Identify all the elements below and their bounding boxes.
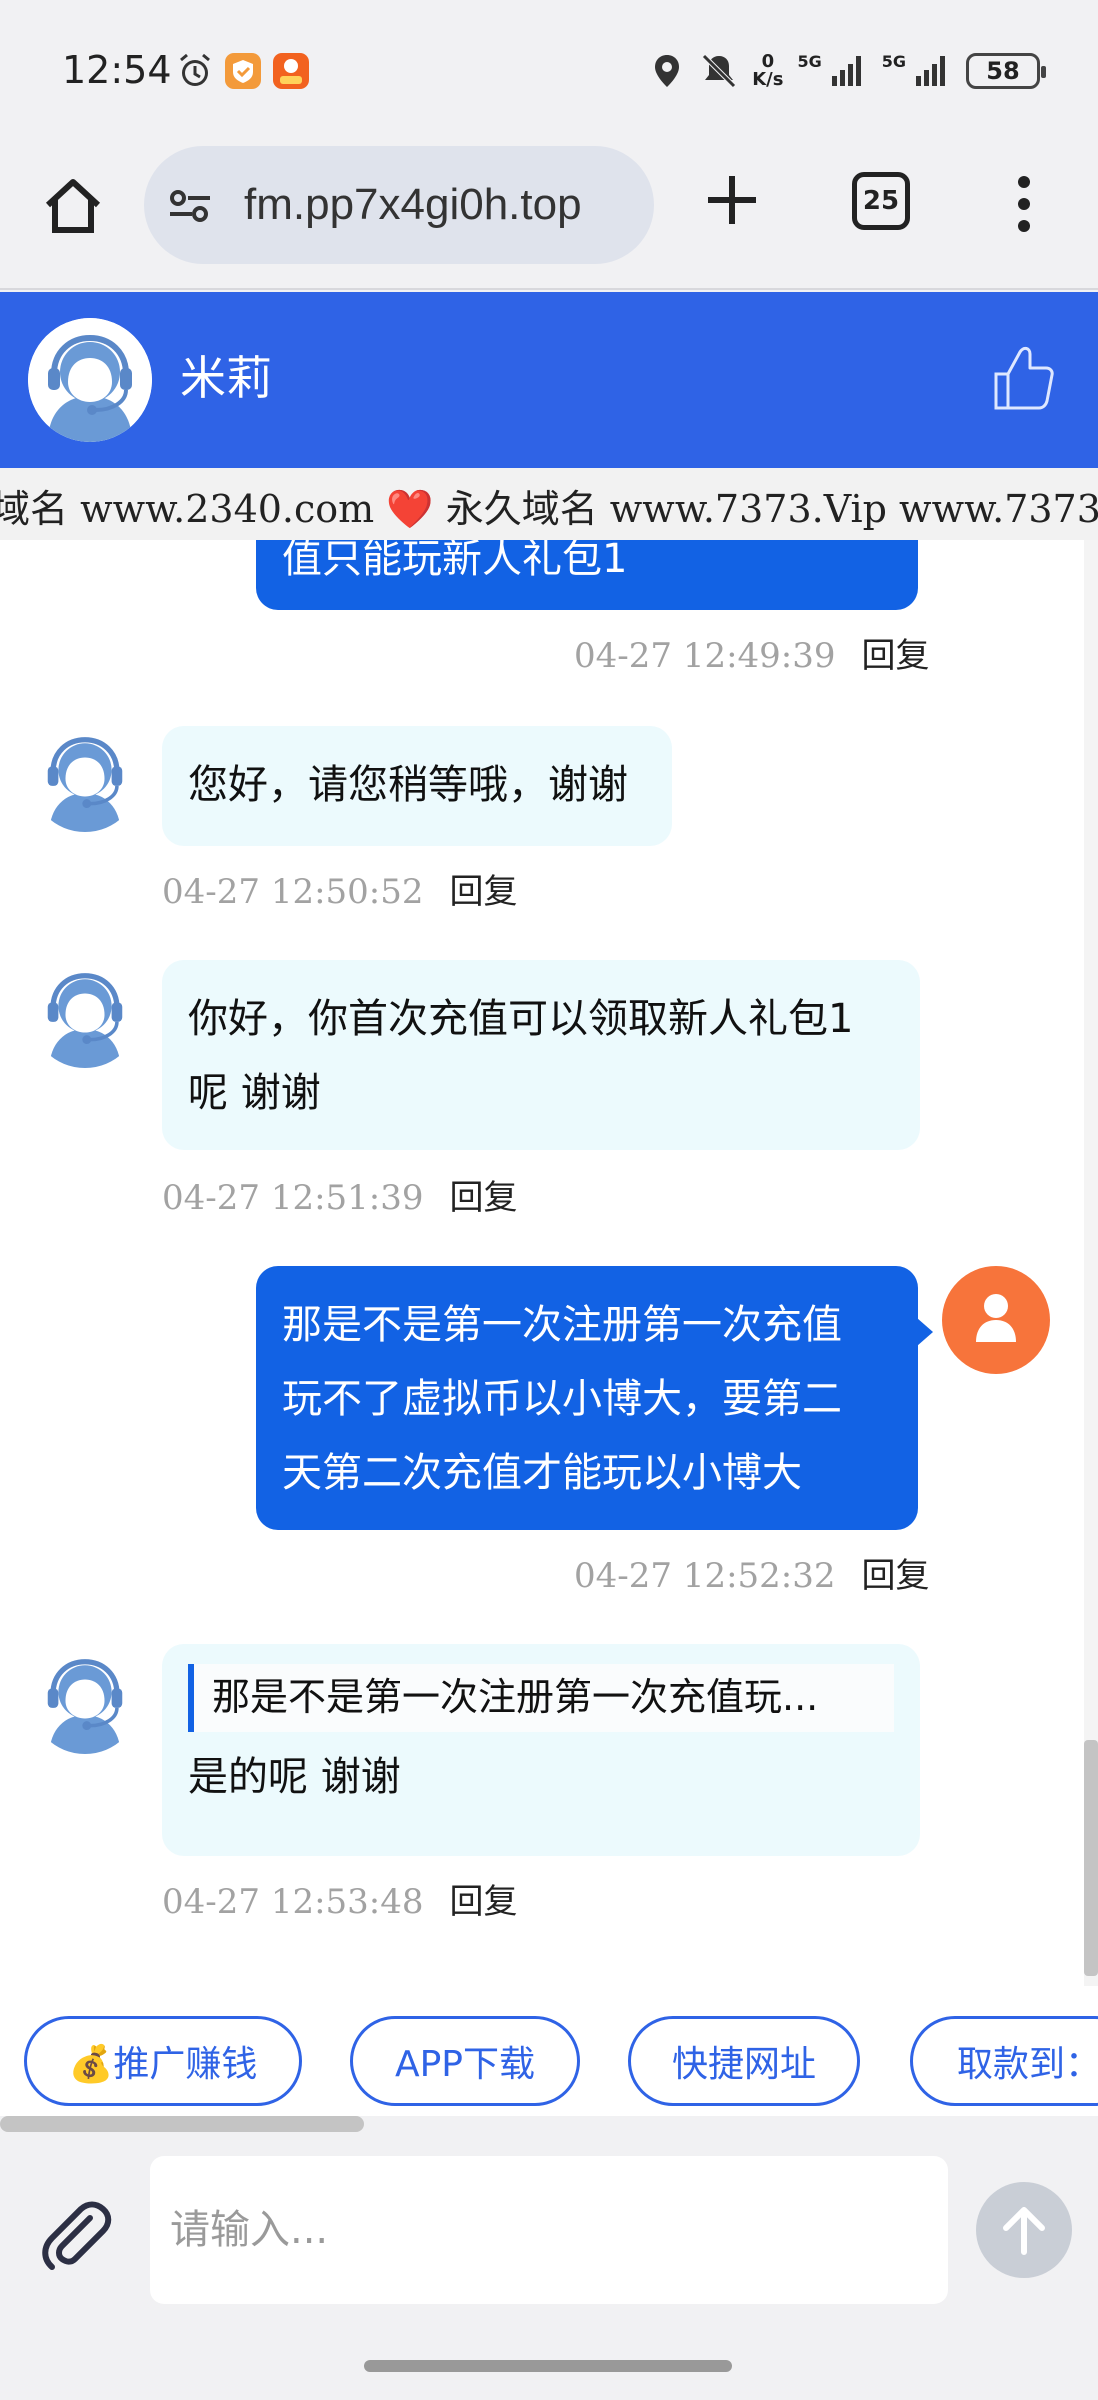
home-indicator[interactable] <box>364 2360 732 2372</box>
status-time: 12:54 <box>62 48 172 92</box>
tabs-icon[interactable]: 25 <box>852 172 910 230</box>
message-line: 天第二次充值才能玩以小博大 <box>282 1450 802 1496</box>
address-bar[interactable]: fm.pp7x4gi0h.top <box>144 146 654 264</box>
mute-icon <box>702 54 736 88</box>
message-line: 那是不是第一次注册第一次充值 <box>282 1302 842 1348</box>
message-line: 你好，你首次充值可以领取新人礼包1 <box>188 996 854 1042</box>
incoming-message: 你好，你首次充值可以领取新人礼包1 呢 谢谢 <box>162 960 920 1150</box>
chip-quick-url[interactable]: 快捷网址 <box>628 2016 860 2106</box>
message-text: 您好，请您稍等哦，谢谢 <box>188 762 628 808</box>
quick-links-scrollbar[interactable] <box>0 2116 364 2132</box>
chat-header: 米莉 <box>0 292 1098 468</box>
shield-app-icon <box>225 53 261 89</box>
net-speed: 0 K/s <box>752 51 784 90</box>
agent-avatar-icon <box>28 318 152 442</box>
paperclip-icon[interactable] <box>36 2196 114 2274</box>
like-icon[interactable] <box>992 344 1056 412</box>
signal-icon <box>831 56 861 86</box>
status-bar: 12:54 0 K/s 5G 5G 58 <box>0 0 1098 140</box>
reply-button[interactable]: 回复 <box>450 1178 518 1218</box>
outgoing-message: 值只能玩新人礼包1 <box>256 540 918 610</box>
tab-count: 25 <box>862 186 900 216</box>
signal-icon <box>916 56 945 86</box>
signal-2-label: 5G <box>881 52 906 71</box>
quoted-message[interactable]: 那是不是第一次注册第一次充值玩... <box>188 1664 894 1732</box>
reply-button[interactable]: 回复 <box>862 1556 930 1596</box>
incoming-message: 您好，请您稍等哦，谢谢 <box>162 726 672 846</box>
outgoing-message: 那是不是第一次注册第一次充值 玩不了虚拟币以小博大，要第二 天第二次充值才能玩以… <box>256 1266 918 1530</box>
message-meta: 04-27 12:52:32 回复 <box>574 1548 930 1597</box>
message-input[interactable] <box>150 2156 948 2304</box>
location-icon <box>655 55 680 87</box>
reply-button[interactable]: 回复 <box>450 1882 518 1922</box>
battery-level: 58 <box>986 57 1020 85</box>
status-right-icons: 0 K/s 5G 5G 58 <box>648 51 1046 90</box>
send-button[interactable] <box>976 2182 1072 2278</box>
incoming-message: 那是不是第一次注册第一次充值玩... 是的呢 谢谢 <box>162 1644 920 1856</box>
announcement-marquee: 域名 www.2340.com ❤️ 永久域名 www.7373.Vip www… <box>0 468 1098 540</box>
message-time: 04-27 12:53:48 <box>162 1882 424 1922</box>
message-meta: 04-27 12:50:52 回复 <box>162 864 518 913</box>
status-left-icons <box>176 52 310 90</box>
reply-button[interactable]: 回复 <box>450 872 518 912</box>
message-text: 是的呢 谢谢 <box>188 1754 401 1800</box>
chip-promote-earn[interactable]: 💰推广赚钱 <box>24 2016 302 2106</box>
heart-emoji: ❤️ <box>386 487 434 531</box>
bubble-tail <box>917 1318 933 1346</box>
agent-avatar-icon <box>30 722 140 832</box>
marquee-text: 域名 www.2340.com ❤️ 永久域名 www.7373.Vip www… <box>0 487 1098 531</box>
message-meta: 04-27 12:49:39 回复 <box>574 628 930 677</box>
quick-links-bar[interactable]: 💰推广赚钱 APP下载 快捷网址 取款到： <box>0 1986 1098 2116</box>
home-icon[interactable] <box>40 173 106 239</box>
message-meta: 04-27 12:53:48 回复 <box>162 1874 518 1923</box>
send-arrow-icon <box>1003 2207 1045 2255</box>
agent-avatar-icon <box>30 1644 140 1754</box>
browser-toolbar: fm.pp7x4gi0h.top 25 <box>0 140 1098 290</box>
message-composer <box>0 2116 1098 2336</box>
message-text: 值只能玩新人礼包1 <box>282 540 628 582</box>
chat-scrollbar-thumb[interactable] <box>1084 1740 1098 1976</box>
message-time: 04-27 12:49:39 <box>574 636 836 676</box>
signal-1-label: 5G <box>797 52 822 71</box>
reply-button[interactable]: 回复 <box>862 636 930 676</box>
site-settings-icon[interactable] <box>166 182 214 230</box>
app-notification-icon <box>273 53 309 89</box>
chip-withdraw[interactable]: 取款到： <box>910 2016 1098 2106</box>
message-time: 04-27 12:52:32 <box>574 1556 836 1596</box>
message-time: 04-27 12:51:39 <box>162 1178 424 1218</box>
user-avatar-icon <box>942 1266 1050 1374</box>
new-tab-icon[interactable] <box>700 168 764 232</box>
message-time: 04-27 12:50:52 <box>162 872 424 912</box>
agent-avatar-icon <box>30 958 140 1068</box>
chat-messages[interactable]: 值只能玩新人礼包1 04-27 12:49:39 回复 您好，请您稍等哦，谢谢 0… <box>0 540 1098 1986</box>
more-icon[interactable] <box>1004 174 1044 234</box>
url-text[interactable]: fm.pp7x4gi0h.top <box>244 180 582 230</box>
message-line: 呢 谢谢 <box>188 1070 321 1116</box>
battery-icon: 58 <box>966 53 1046 89</box>
message-line: 玩不了虚拟币以小博大，要第二 <box>282 1376 842 1422</box>
alarm-icon <box>180 53 210 86</box>
agent-name: 米莉 <box>180 351 272 405</box>
chip-app-download[interactable]: APP下载 <box>350 2016 580 2106</box>
message-meta: 04-27 12:51:39 回复 <box>162 1170 518 1219</box>
